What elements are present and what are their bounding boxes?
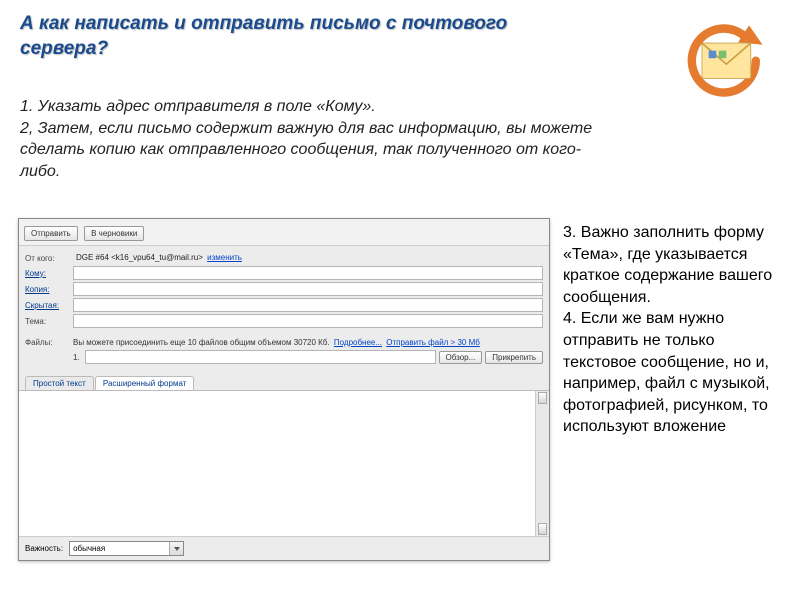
editor-tabs: Простой текст Расширенный формат [19, 374, 549, 390]
tab-rich-text[interactable]: Расширенный формат [95, 376, 195, 390]
files-hint: Вы можете присоединить еще 10 файлов общ… [73, 338, 330, 347]
files-more-link[interactable]: Подробнее... [334, 338, 382, 347]
message-body[interactable] [19, 390, 549, 536]
subject-input[interactable] [73, 314, 543, 328]
bcc-label[interactable]: Скрытая: [25, 301, 73, 310]
priority-label: Важность: [25, 544, 63, 553]
priority-value: обычная [73, 544, 105, 553]
slide-title: А как написать и отправить письмо с почт… [20, 12, 560, 61]
subject-label: Тема: [25, 317, 73, 326]
change-from-link[interactable]: изменить [207, 253, 242, 262]
from-value: DGE #64 <k16_vpu64_tu@mail.ru> изменить [73, 252, 543, 264]
scrollbar[interactable] [535, 391, 549, 536]
cc-label[interactable]: Копия: [25, 285, 73, 294]
file-index: 1. [73, 353, 85, 362]
files-hint-row: Вы можете присоединить еще 10 файлов общ… [73, 338, 543, 347]
tab-plain-text[interactable]: Простой текст [25, 376, 94, 390]
intro-text: 1. Указать адрес отправителя в поле «Ком… [20, 96, 620, 182]
mail-refresh-icon [673, 22, 778, 102]
files-label: Файлы: [25, 338, 73, 347]
steps-3-4: 3. Важно заполнить форму «Тема», где ука… [563, 222, 783, 438]
compose-footer: Важность: обычная [19, 536, 549, 560]
to-input[interactable] [73, 266, 543, 280]
browse-button[interactable]: Обзор... [439, 351, 483, 364]
files-big-link[interactable]: Отправить файл > 30 Мб [386, 338, 480, 347]
priority-select[interactable]: обычная [69, 541, 184, 556]
compose-headers: От кого: DGE #64 <k16_vpu64_tu@mail.ru> … [19, 246, 549, 374]
bcc-input[interactable] [73, 298, 543, 312]
send-button[interactable]: Отправить [24, 226, 78, 241]
from-label: От кого: [25, 254, 73, 263]
compose-toolbar: Отправить В черновики [19, 219, 549, 246]
from-address: DGE #64 <k16_vpu64_tu@mail.ru> [76, 253, 203, 262]
chevron-down-icon [169, 542, 183, 555]
compose-window: Отправить В черновики От кого: DGE #64 <… [18, 218, 550, 561]
cc-input[interactable] [73, 282, 543, 296]
save-draft-button[interactable]: В черновики [84, 226, 144, 241]
to-label[interactable]: Кому: [25, 269, 73, 278]
attach-button[interactable]: Прикрепить [485, 351, 543, 364]
file-path-input[interactable] [85, 350, 436, 364]
